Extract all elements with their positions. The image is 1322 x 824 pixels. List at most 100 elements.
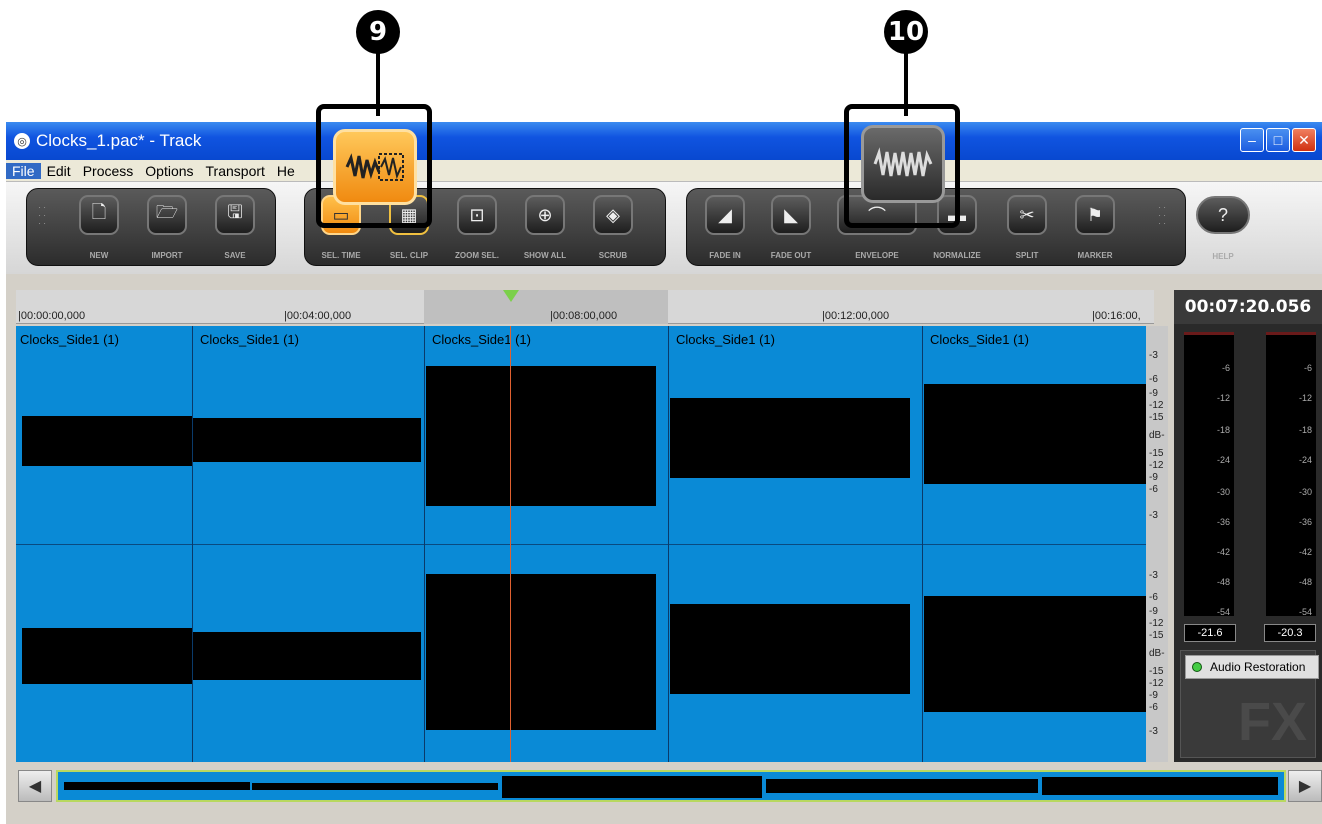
- playback-cursor: [510, 326, 511, 762]
- grip-icon[interactable]: ∙ ∙ ∙ ∙ ∙ ∙: [35, 203, 49, 228]
- menu-edit[interactable]: Edit: [41, 163, 77, 179]
- db-tick: -3: [1149, 350, 1158, 361]
- db-tick: -3: [1149, 510, 1158, 521]
- clip-label: Clocks_Side1 (1): [432, 332, 531, 347]
- menu-help[interactable]: He: [271, 163, 301, 179]
- right-peak-readout: -20.3: [1264, 624, 1316, 642]
- level-meter-left: -6 -12 -18 -24 -30 -36 -42 -48 -54: [1184, 332, 1234, 617]
- fx-plugin-name: Audio Restoration: [1210, 660, 1306, 674]
- marker-button[interactable]: ⚑: [1075, 195, 1115, 235]
- clip-label: Clocks_Side1 (1): [930, 332, 1029, 347]
- waveform: [426, 366, 656, 506]
- zoom-sel-button[interactable]: ⊡: [457, 195, 497, 235]
- scroll-right-button[interactable]: ▶: [1288, 770, 1322, 802]
- help-button[interactable]: ?: [1196, 196, 1250, 234]
- overview-wave: [64, 782, 250, 790]
- zoom-sel-label: ZOOM SEL.: [455, 251, 499, 260]
- db-tick: -12: [1149, 678, 1164, 689]
- fade-in-icon: ◢: [718, 204, 732, 225]
- timeline-ruler[interactable]: |00:00:00,000 |00:04:00,000 |00:08:00,00…: [16, 290, 1154, 324]
- grip-icon[interactable]: ∙ ∙ ∙ ∙ ∙ ∙: [1155, 203, 1169, 228]
- menu-transport[interactable]: Transport: [200, 163, 271, 179]
- normalize-enlarged-button[interactable]: [861, 125, 945, 203]
- waveform: [22, 416, 192, 466]
- db-scale: -3 -6 -9 -12 -15 dB- -15 -12 -9 -6 -3 -3…: [1146, 326, 1168, 762]
- overview-wave: [766, 779, 1038, 793]
- db-tick: -15: [1149, 448, 1164, 459]
- waveform: [670, 604, 910, 694]
- title-bar: ◎ Clocks_1.pac* - Track – □ ✕: [6, 122, 1322, 160]
- playhead-marker[interactable]: [503, 290, 519, 302]
- db-tick: -15: [1149, 666, 1164, 677]
- channel-divider: [16, 544, 1146, 545]
- ruler-tick: |00:16:00,: [1092, 310, 1141, 322]
- fx-plugin-row[interactable]: Audio Restoration: [1185, 655, 1319, 679]
- meter-tick: -48: [1298, 577, 1312, 587]
- save-button[interactable]: 🖫: [215, 195, 255, 235]
- db-tick: -9: [1149, 472, 1158, 483]
- highlight-box-10: [844, 104, 960, 228]
- fade-in-button[interactable]: ◢: [705, 195, 745, 235]
- maximize-button[interactable]: □: [1266, 128, 1290, 152]
- overview-bar: ◀ ▶: [12, 766, 1322, 804]
- select-clip-icon: [345, 153, 404, 181]
- app-window: ◎ Clocks_1.pac* - Track – □ ✕ File Edit …: [6, 122, 1322, 824]
- normalize-icon: [873, 147, 933, 177]
- left-peak-readout: -21.6: [1184, 624, 1236, 642]
- meter-tick: -42: [1298, 547, 1312, 557]
- fade-out-button[interactable]: ◣: [771, 195, 811, 235]
- scrub-label: SCRUB: [598, 251, 628, 260]
- toolbar: ∙ ∙ ∙ ∙ ∙ ∙ 🗋 NEW 🗁 IMPORT 🖫 SAVE ▭ SEL. T…: [6, 182, 1322, 274]
- menu-process[interactable]: Process: [77, 163, 140, 179]
- fx-enabled-led[interactable]: [1192, 662, 1202, 672]
- meter-panel: 00:07:20.056 -6 -12 -18 -24 -30 -36 -42 …: [1174, 290, 1322, 762]
- db-tick: -12: [1149, 460, 1164, 471]
- menu-options[interactable]: Options: [139, 163, 199, 179]
- new-button[interactable]: 🗋: [79, 195, 119, 235]
- scroll-left-button[interactable]: ◀: [18, 770, 52, 802]
- meter-tick: -24: [1298, 455, 1312, 465]
- app-icon: ◎: [14, 133, 30, 149]
- meter-tick: -54: [1216, 607, 1230, 617]
- level-meter-right: -6 -12 -18 -24 -30 -36 -42 -48 -54: [1266, 332, 1316, 617]
- meter-tick: -12: [1216, 393, 1230, 403]
- db-tick: -6: [1149, 374, 1158, 385]
- selection-range[interactable]: [424, 290, 668, 324]
- overview-wave: [1042, 777, 1278, 795]
- overview-waveform[interactable]: [56, 770, 1286, 802]
- overview-wave: [502, 776, 762, 798]
- clip-label: Clocks_Side1 (1): [676, 332, 775, 347]
- scrub-button[interactable]: ◈: [593, 195, 633, 235]
- waveform: [193, 632, 421, 680]
- db-tick: -9: [1149, 606, 1158, 617]
- sel-clip-label: SEL. CLIP: [389, 251, 429, 260]
- marker-label: MARKER: [1077, 251, 1113, 260]
- show-all-button[interactable]: ⊕: [525, 195, 565, 235]
- callout-9: 9: [356, 10, 400, 54]
- meter-tick: -36: [1216, 517, 1230, 527]
- ruler-tick: |00:04:00,000: [284, 310, 352, 322]
- highlight-box-9: [316, 104, 432, 228]
- import-label: IMPORT: [151, 251, 183, 260]
- clip-divider: [668, 326, 669, 762]
- track-area[interactable]: Clocks_Side1 (1) Clocks_Side1 (1) Clocks…: [16, 326, 1146, 762]
- import-button[interactable]: 🗁: [147, 195, 187, 235]
- clip-divider: [192, 326, 193, 762]
- zoom-selection-icon: ⊡: [469, 204, 485, 225]
- sel-clip-enlarged-button[interactable]: [333, 129, 417, 205]
- marker-icon: ⚑: [1086, 204, 1104, 225]
- save-label: SAVE: [224, 251, 246, 260]
- clip-label: Clocks_Side1 (1): [200, 332, 299, 347]
- menu-file[interactable]: File: [6, 162, 41, 179]
- db-tick: -15: [1149, 412, 1164, 423]
- db-tick: -12: [1149, 618, 1164, 629]
- close-button[interactable]: ✕: [1292, 128, 1316, 152]
- callout-10: 10: [884, 10, 928, 54]
- meter-tick: -42: [1216, 547, 1230, 557]
- split-button[interactable]: ✂: [1007, 195, 1047, 235]
- waveform: [924, 384, 1146, 484]
- file-group: ∙ ∙ ∙ ∙ ∙ ∙ 🗋 NEW 🗁 IMPORT 🖫 SAVE: [26, 188, 276, 266]
- db-tick: -9: [1149, 690, 1158, 701]
- meter-tick: -24: [1216, 455, 1230, 465]
- minimize-button[interactable]: –: [1240, 128, 1264, 152]
